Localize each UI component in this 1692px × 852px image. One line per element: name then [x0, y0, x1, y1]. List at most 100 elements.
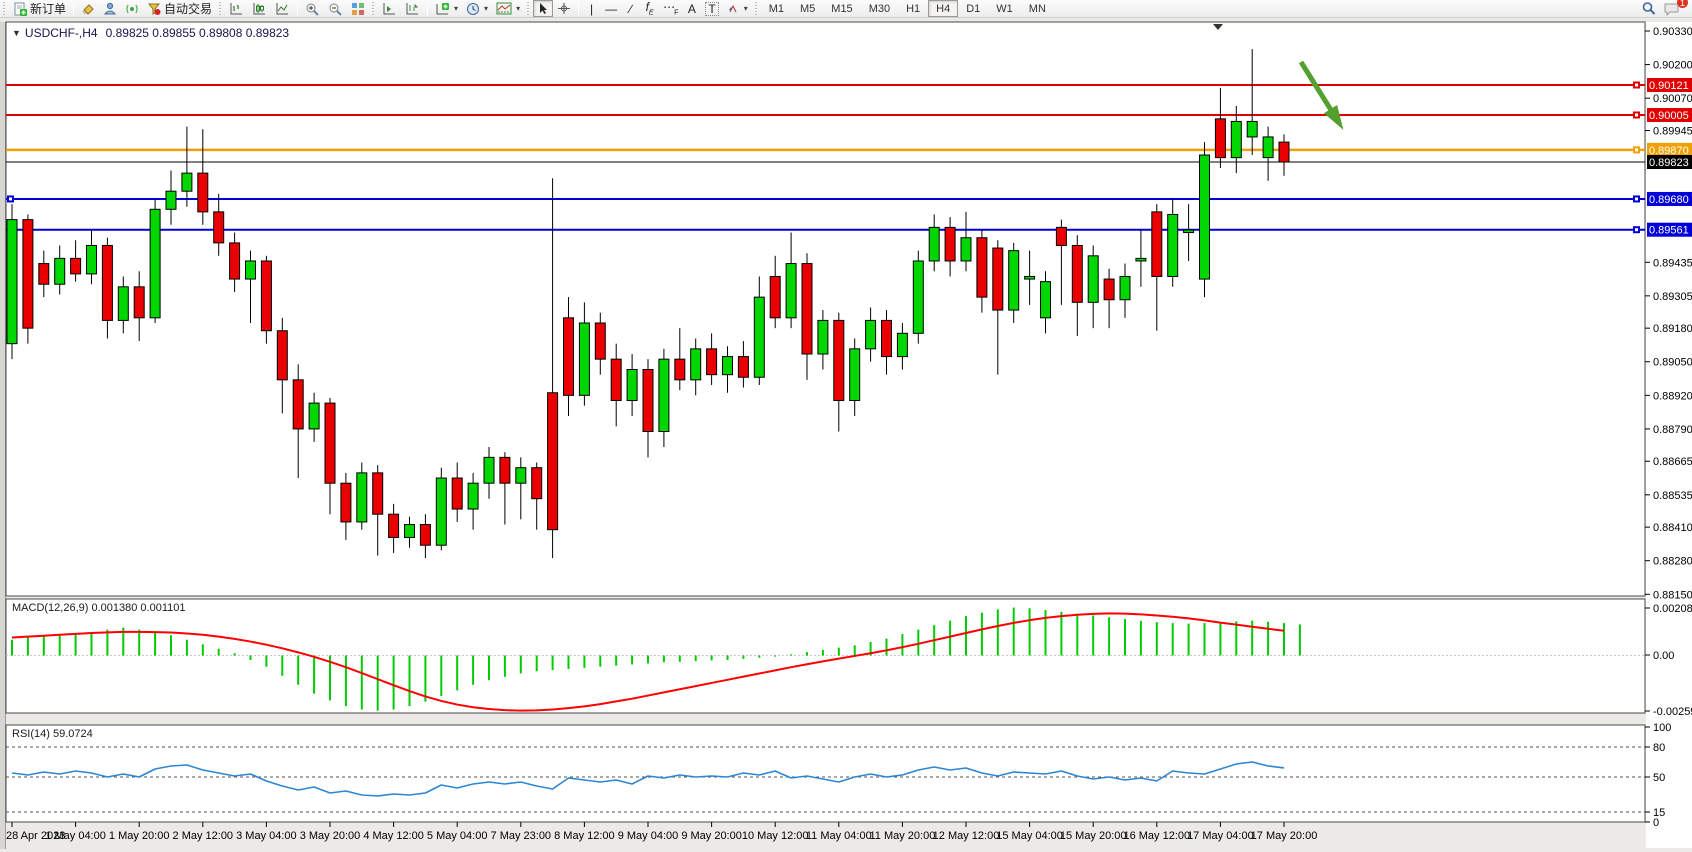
bear-candle [261, 261, 271, 331]
search-button[interactable] [1637, 0, 1660, 17]
timeframe-h4-button[interactable]: H4 [928, 0, 958, 17]
new-order-label: 新订单 [30, 0, 66, 17]
price-tick-label: 0.89435 [1653, 257, 1692, 269]
bear-candle [707, 349, 717, 375]
timeframe-m1-button[interactable]: M1 [761, 0, 792, 17]
vertical-line-tool-button[interactable]: | [582, 0, 601, 17]
text-tool-icon: A [688, 3, 696, 15]
label-tool-button[interactable]: T [701, 0, 722, 17]
horizontal-line-icon: — [605, 3, 617, 15]
bear-candle [802, 264, 812, 354]
chart-canvas[interactable]: 0.903300.902000.900700.899450.894350.893… [0, 19, 1692, 852]
bull-candle [818, 320, 828, 354]
time-axis-label: 9 May 20:00 [681, 830, 742, 842]
zoom-out-button[interactable] [324, 0, 347, 17]
price-tick-label: 0.88920 [1653, 390, 1692, 402]
bear-candle [230, 243, 240, 279]
time-axis-label: 11 May 20:00 [869, 830, 935, 842]
price-axis-badge-label: 0.89561 [1649, 225, 1689, 237]
bull-candle [357, 473, 367, 522]
template-button[interactable]: ▾ [492, 0, 524, 17]
dropdown-caret-icon: ▾ [484, 4, 488, 13]
toolbar-grip[interactable] [2, 2, 7, 16]
chart-quotes: 0.89825 0.89855 0.89808 0.89823 [106, 26, 290, 40]
trendline-tool-button[interactable]: ∕ [621, 0, 640, 17]
tile-windows-icon [351, 2, 365, 15]
line-chart-icon [275, 2, 290, 16]
time-axis-label: 12 May 12:00 [933, 830, 1000, 842]
candle-chart-icon [252, 2, 267, 16]
time-axis-label: 7 May 23:00 [491, 830, 552, 842]
dropdown-caret-icon: ▾ [516, 4, 520, 13]
styler-button[interactable] [77, 0, 99, 17]
bear-candle [882, 320, 892, 356]
period-button[interactable]: ▾ [462, 0, 492, 17]
crosshair-tool-button[interactable] [553, 0, 575, 17]
chart-shift-icon [405, 2, 420, 16]
bear-candle [373, 473, 383, 514]
line-chart-button[interactable] [271, 0, 294, 17]
price-axis-badge-label: 0.90121 [1649, 80, 1689, 92]
new-order-button[interactable]: 新订单 [9, 0, 70, 17]
chart-shift-button[interactable] [401, 0, 424, 17]
bull-candle [1247, 121, 1257, 137]
timeframe-m5-button[interactable]: M5 [792, 0, 823, 17]
bull-candle [961, 238, 971, 261]
bull-candle [1136, 258, 1146, 261]
fibonacci-tool-button[interactable]: ⋯F [659, 0, 682, 17]
price-tick-label: 0.88280 [1653, 556, 1692, 568]
cursor-tool-button[interactable] [533, 0, 553, 17]
time-axis-label: 11 May 04:00 [806, 830, 872, 842]
bar-chart-button[interactable] [225, 0, 248, 17]
timeframe-mn-button[interactable]: MN [1021, 0, 1054, 17]
one-click-trading-collapse-icon[interactable]: ▼ [12, 28, 21, 38]
bear-candle [564, 318, 574, 396]
line-handle-dot [1635, 228, 1638, 231]
bear-candle [341, 483, 351, 522]
bull-candle [1263, 137, 1273, 158]
macd-axis-label: 0.002088 [1653, 603, 1692, 615]
bull-candle [1184, 230, 1194, 233]
bull-candle [484, 457, 494, 483]
time-axis-label: 2 May 12:00 [173, 830, 234, 842]
timeframe-m30-button[interactable]: M30 [861, 0, 898, 17]
timeframe-w1-button[interactable]: W1 [988, 0, 1021, 17]
timeframe-h1-button[interactable]: H1 [898, 0, 928, 17]
bear-candle [325, 403, 335, 483]
macd-axis-label: 0.00 [1653, 650, 1674, 662]
timeframe-m15-button[interactable]: M15 [823, 0, 860, 17]
horizontal-line-tool-button[interactable]: — [601, 0, 621, 17]
bear-candle [611, 359, 621, 400]
tile-windows-button[interactable] [347, 0, 369, 17]
bear-candle [293, 380, 303, 429]
bull-candle [1231, 121, 1241, 157]
bear-candle [134, 287, 144, 318]
bull-candle [929, 227, 939, 261]
bull-candle [309, 403, 319, 429]
bull-candle [246, 261, 256, 279]
autotrade-button[interactable]: 自动交易 [143, 0, 216, 17]
equidistant-channel-tool-button[interactable]: fE [640, 0, 659, 17]
bull-candle [87, 245, 97, 273]
auto-scroll-button[interactable] [378, 0, 401, 17]
bull-candle [405, 525, 415, 538]
signals-button[interactable] [121, 0, 143, 17]
add-indicator-button[interactable]: ▾ [431, 0, 462, 17]
arrows-tool-button[interactable]: ▾ [723, 0, 752, 17]
bear-candle [71, 258, 81, 274]
bull-candle [1120, 276, 1130, 299]
candle-chart-button[interactable] [248, 0, 271, 17]
profile-button[interactable] [99, 0, 121, 17]
bull-candle [913, 261, 923, 333]
chart-title: ▼ USDCHF-,H4 0.89825 0.89855 0.89808 0.8… [12, 26, 289, 40]
zoom-in-button[interactable] [301, 0, 324, 17]
price-tick-label: 0.89305 [1653, 291, 1692, 303]
time-axis-label: 3 May 20:00 [300, 830, 361, 842]
price-tick-label: 0.88665 [1653, 456, 1692, 468]
notifications-button[interactable]: 1 [1660, 0, 1684, 17]
time-axis-label: 1 May 20:00 [109, 830, 170, 842]
bear-candle [452, 478, 462, 509]
text-tool-button[interactable]: A [682, 0, 701, 17]
profile-icon [103, 2, 117, 15]
timeframe-d1-button[interactable]: D1 [958, 0, 988, 17]
